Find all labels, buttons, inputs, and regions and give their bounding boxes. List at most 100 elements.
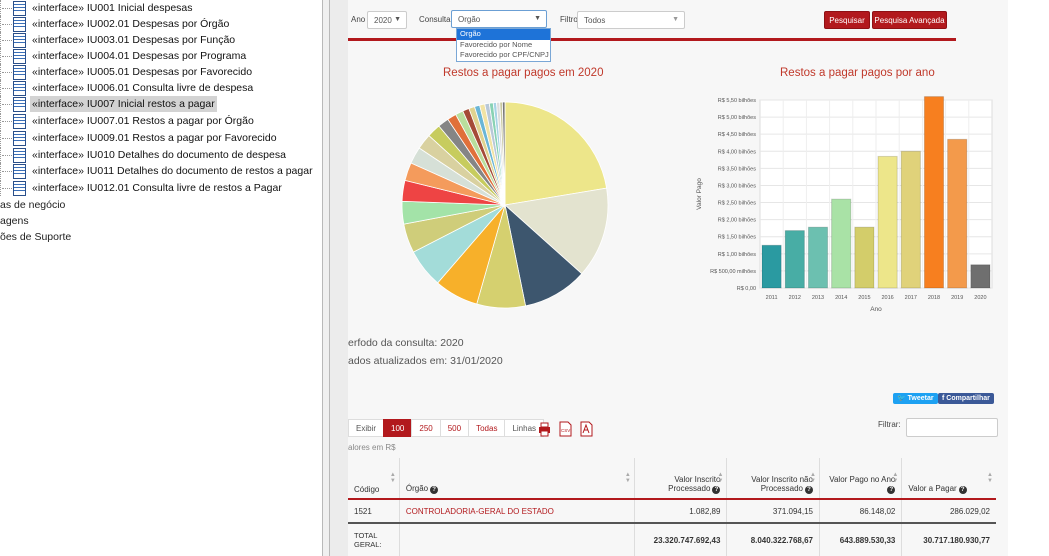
bar[interactable] — [947, 138, 968, 289]
col-valor-a-pagar[interactable]: Valor a Pagar? ▲ ▼ — [901, 458, 996, 500]
bar[interactable] — [854, 226, 875, 289]
dropdown-option[interactable]: Favorecido por Nome — [457, 40, 550, 51]
pesquisar-button[interactable]: Pesquisar — [824, 11, 870, 29]
col-valor-inscrito-processado[interactable]: Valor Inscrito Processado? ▲ ▼ — [633, 458, 727, 500]
chevron-down-icon: ▼ — [672, 16, 679, 23]
document-icon — [13, 65, 26, 80]
bar[interactable] — [877, 155, 898, 289]
restos-table: Código ▲ ▼ Órgão? ▲ ▼ Valor Inscrito Process… — [348, 458, 996, 556]
tree-connector — [2, 138, 12, 139]
sort-icon: ▲ ▼ — [717, 472, 724, 484]
filtrar-label: Filtrar: — [878, 420, 901, 429]
print-icon[interactable] — [538, 421, 551, 437]
x-tick-label: 2020 — [974, 295, 986, 301]
filter-input[interactable] — [906, 418, 998, 437]
cell-valor: 1.082,89 — [633, 499, 727, 523]
pesquisa-avancada-button[interactable]: Pesquisa Avançada — [872, 11, 947, 29]
cell-valor: 286.029,02 — [901, 499, 996, 523]
tree-folder[interactable]: agens — [0, 213, 29, 229]
dropdown-option[interactable]: Favorecido por CPF/CNPJ — [457, 50, 550, 61]
document-icon — [13, 33, 26, 48]
tree-connector — [2, 40, 12, 41]
tree-connector — [2, 8, 12, 9]
ano-label: Ano — [351, 15, 366, 24]
document-icon — [13, 17, 26, 32]
x-tick-label: 2019 — [951, 295, 963, 301]
page-size-100[interactable]: 100 — [383, 419, 413, 437]
csv-icon[interactable]: CSV — [559, 421, 572, 437]
chevron-down-icon: ▼ — [534, 15, 541, 22]
page-size-todas[interactable]: Todas — [468, 419, 506, 437]
cell-orgao-link[interactable]: CONTROLADORIA-GERAL DO ESTADO — [398, 499, 635, 523]
tree-folder[interactable]: ões de Suporte — [0, 229, 71, 245]
y-tick-label: R$ 500,00 milhões — [710, 269, 756, 275]
total-value: 23.320.747.692,43 — [633, 522, 727, 556]
web-page: Ano 2020 ▼ Consulta Orgão ▼ Orgão Favorec… — [348, 0, 1008, 556]
cell-valor: 86.148,02 — [818, 499, 902, 523]
pie-slice[interactable] — [504, 101, 608, 206]
document-icon — [13, 181, 26, 196]
tweet-button[interactable]: 🐦 Tweetar — [893, 393, 938, 404]
tree-item-label: «interface» IU009.01 Restos a pagar por … — [32, 132, 277, 144]
ano-select[interactable]: 2020 ▼ — [367, 11, 407, 29]
help-icon: ? — [430, 486, 439, 494]
tree-connector — [2, 155, 12, 156]
bar[interactable] — [923, 96, 945, 289]
col-codigo[interactable]: Código ▲ ▼ — [348, 458, 400, 500]
x-tick-label: 2012 — [789, 295, 801, 301]
tree-item-label: «interface» IU011 Detalhes do documento … — [32, 165, 313, 177]
page-size-250[interactable]: 250 — [411, 419, 441, 437]
pdf-icon[interactable] — [580, 421, 593, 437]
chevron-down-icon: ▼ — [394, 16, 401, 23]
total-spacer — [398, 522, 635, 556]
consulta-value: Orgão — [458, 15, 481, 24]
sort-icon: ▲ ▼ — [624, 472, 631, 484]
filtro-select[interactable]: Todos ▼ — [577, 11, 685, 29]
dropdown-option[interactable]: Orgão — [457, 29, 550, 40]
tree-connector — [2, 24, 12, 25]
cell-codigo: 1521 — [354, 506, 372, 516]
window-gutter — [330, 0, 348, 556]
tree-connector — [2, 121, 12, 122]
share-button[interactable]: f Compartilhar — [938, 393, 994, 404]
tree-item-label: «interface» IU003.01 Despesas por Função — [32, 34, 236, 46]
total-value: 643.889.530,33 — [818, 522, 902, 556]
col-valor-inscrito-nao-processado[interactable]: Valor Inscrito não Processado? ▲ ▼ — [726, 458, 820, 500]
consulta-dropdown: Orgão Favorecido por Nome Favorecido por C… — [456, 28, 551, 62]
total-row: TOTAL GERAL: 23.320.747.692,43 8.040.322… — [348, 522, 996, 556]
y-tick-label: R$ 5,50 bilhões — [718, 98, 756, 104]
bar[interactable] — [807, 226, 829, 289]
table-row: 1521 CONTROLADORIA-GERAL DO ESTADO 1.082… — [348, 499, 996, 523]
y-tick-label: R$ 4,50 bilhões — [718, 132, 756, 138]
bar[interactable] — [900, 150, 921, 289]
bar[interactable] — [784, 230, 805, 289]
bar[interactable] — [970, 264, 991, 289]
y-tick-label: R$ 1,50 bilhões — [718, 235, 756, 241]
right-margin — [1008, 0, 1049, 556]
page-size-500[interactable]: 500 — [439, 419, 470, 437]
valores-label: alores em R$ — [348, 443, 396, 452]
tree-item-label: «interface» IU001 Inicial despesas — [32, 2, 193, 14]
svg-text:CSV: CSV — [561, 428, 570, 433]
table-header-row: Código ▲ ▼ Órgão? ▲ ▼ Valor Inscrito Process… — [348, 458, 996, 500]
col-valor-pago-ano[interactable]: Valor Pago no Ano? ▲ ▼ — [818, 458, 902, 500]
pie-chart — [401, 101, 609, 309]
sort-icon: ▲ ▼ — [810, 472, 816, 484]
cell-valor: 371.094,15 — [726, 499, 820, 523]
y-tick-label: R$ 4,00 bilhões — [718, 149, 756, 155]
bar[interactable] — [831, 198, 852, 289]
y-tick-label: R$ 3,00 bilhões — [718, 183, 756, 189]
consulta-select[interactable]: Orgão ▼ — [451, 10, 547, 28]
tree-folder[interactable]: as de negócio — [0, 197, 65, 213]
tree-item-label: «interface» IU002.01 Despesas por Órgão — [32, 18, 230, 30]
bar[interactable] — [761, 244, 782, 289]
document-icon — [13, 114, 26, 129]
x-axis-label: Ano — [870, 306, 882, 313]
col-orgao[interactable]: Órgão? ▲ ▼ — [398, 458, 635, 500]
tree-item-label: «interface» IU007.01 Restos a pagar por … — [32, 115, 254, 127]
twitter-icon: 🐦 — [897, 395, 908, 402]
panel-splitter[interactable] — [322, 0, 330, 556]
y-tick-label: R$ 0,00 — [737, 286, 756, 292]
sort-icon: ▲ ▼ — [987, 472, 993, 484]
help-icon: ? — [958, 486, 967, 494]
